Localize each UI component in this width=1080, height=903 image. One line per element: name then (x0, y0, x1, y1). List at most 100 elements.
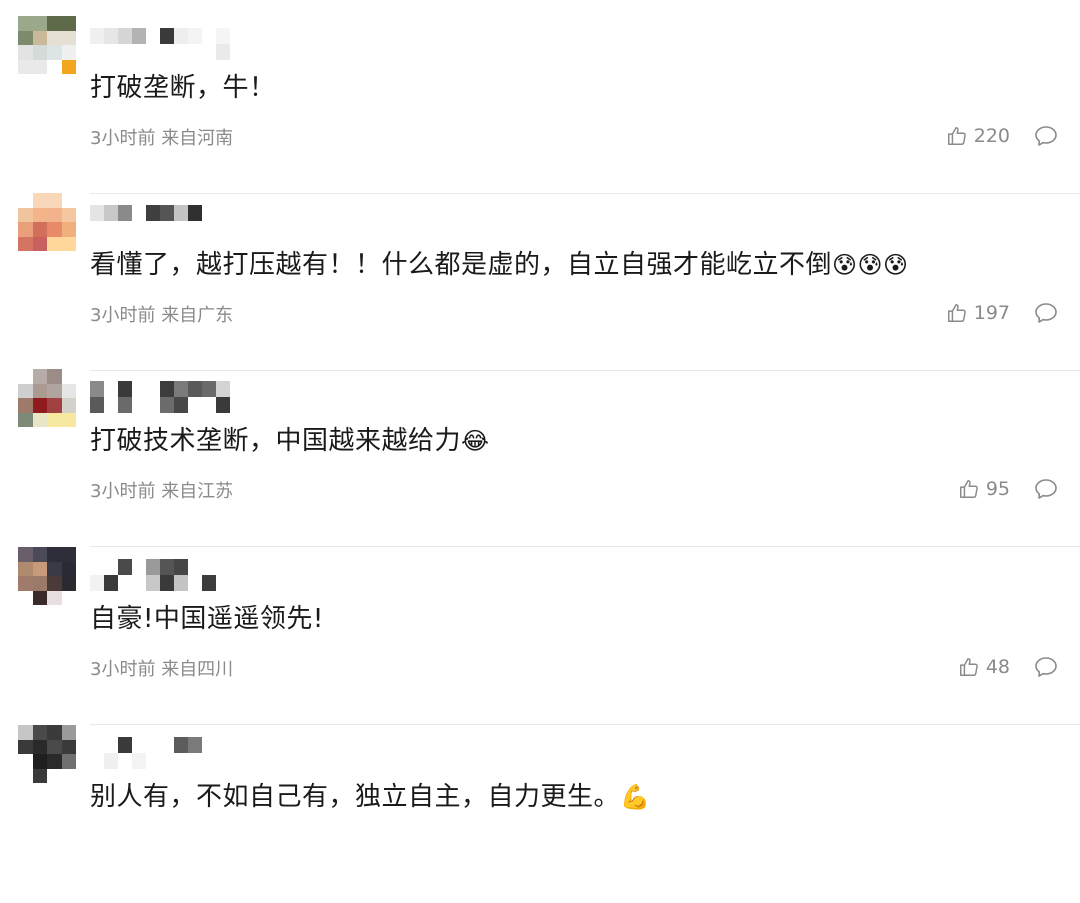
avatar[interactable] (18, 16, 76, 74)
reply-button[interactable] (1034, 302, 1058, 324)
avatar[interactable] (18, 369, 76, 427)
avatar-pixel (18, 369, 33, 384)
comment-item-2: 看懂了，越打压越有！！什么都是虚的，自立自强才能屹立不倒😰😰😰 3小时前 来自广… (0, 193, 1080, 371)
avatar-pixel (47, 222, 62, 237)
comment-actions: 220 (946, 120, 1058, 152)
like-button[interactable]: 48 (958, 656, 1010, 678)
avatar-pixel (47, 561, 62, 576)
username[interactable] (90, 559, 216, 593)
comment-item-4: 自豪!中国遥遥领先! 3小时前 来自四川 48 (0, 547, 1080, 725)
username-pixel (188, 753, 202, 769)
avatar-pixel (18, 236, 33, 251)
username-pixel (146, 205, 160, 221)
avatar-pixel (47, 193, 62, 208)
reply-button[interactable] (1034, 125, 1058, 147)
avatar-pixel (61, 236, 76, 251)
like-button[interactable]: 197 (946, 302, 1010, 324)
timestamp: 3小时前 (90, 481, 156, 502)
avatar-pixel (32, 412, 47, 427)
username-pixel (146, 559, 160, 575)
like-button[interactable]: 220 (946, 125, 1010, 147)
avatar-pixel (47, 398, 62, 413)
username-pixel (174, 381, 188, 397)
thumbs-up-icon (947, 127, 966, 145)
avatar-pixel (32, 236, 47, 251)
username-pixel (160, 753, 174, 769)
avatar-pixel (61, 739, 76, 754)
username-pixel (118, 44, 132, 60)
username[interactable] (90, 381, 230, 415)
username-pixel (118, 397, 132, 413)
username-pixel (132, 559, 146, 575)
like-count: 197 (973, 302, 1010, 324)
avatar-pixel (18, 59, 33, 74)
avatar-pixel (61, 547, 76, 562)
like-count: 220 (973, 125, 1010, 147)
username-pixel (174, 737, 188, 753)
avatar-pixel (47, 739, 62, 754)
thumbs-up-icon (959, 658, 978, 676)
avatar-pixel (61, 561, 76, 576)
avatar-pixel (32, 207, 47, 222)
avatar-pixel (32, 739, 47, 754)
avatar[interactable] (18, 725, 76, 783)
username[interactable] (90, 737, 202, 771)
avatar-pixel (32, 398, 47, 413)
username-pixel (188, 381, 202, 397)
username-pixel (174, 559, 188, 575)
comment-text: 自豪!中国遥遥领先! (90, 599, 324, 639)
avatar[interactable] (18, 193, 76, 251)
avatar-pixel (32, 725, 47, 740)
comment-item-5: 别人有，不如自己有，独立自主，自力更生。💪 (0, 725, 1080, 903)
comment-bubble-icon (1035, 479, 1057, 499)
username-pixel (188, 559, 202, 575)
username-pixel (90, 397, 104, 413)
username[interactable] (90, 28, 230, 62)
username-pixel (160, 381, 174, 397)
username-pixel (160, 559, 174, 575)
avatar-pixel (32, 754, 47, 769)
reply-button[interactable] (1034, 656, 1058, 678)
username-pixel (174, 575, 188, 591)
comment-body: 自豪!中国遥遥领先! (90, 604, 324, 634)
avatar-pixel (32, 45, 47, 60)
username-pixel (104, 753, 118, 769)
avatar-pixel (47, 16, 62, 31)
avatar-pixel (47, 369, 62, 384)
username-pixel (174, 28, 188, 44)
reply-button[interactable] (1034, 478, 1058, 500)
avatar-pixel (61, 16, 76, 31)
username-pixel (104, 575, 118, 591)
comment-meta: 3小时前 来自河南 (90, 124, 233, 150)
username-pixel (216, 28, 230, 44)
username-pixel (188, 221, 202, 237)
username-pixel (146, 381, 160, 397)
username-pixel (90, 559, 104, 575)
timestamp: 3小时前 (90, 659, 156, 680)
username-pixel (160, 737, 174, 753)
username-pixel (132, 221, 146, 237)
avatar-pixel (18, 16, 33, 31)
username-pixel (188, 397, 202, 413)
username-pixel (104, 559, 118, 575)
username-pixel (104, 205, 118, 221)
username-pixel (104, 381, 118, 397)
avatar[interactable] (18, 547, 76, 605)
comment-meta: 3小时前 来自广东 (90, 301, 233, 327)
like-button[interactable]: 95 (958, 478, 1010, 500)
username-pixel (90, 737, 104, 753)
comment-actions: 95 (958, 473, 1058, 505)
username-pixel (202, 28, 216, 44)
avatar-pixel (61, 193, 76, 208)
username[interactable] (90, 205, 202, 239)
avatar-pixel (32, 768, 47, 783)
username-pixel (216, 44, 230, 60)
avatar-pixel (47, 207, 62, 222)
comment-meta: 3小时前 来自四川 (90, 655, 233, 681)
avatar-pixel (32, 30, 47, 45)
username-pixel (132, 575, 146, 591)
username-pixel (132, 44, 146, 60)
username-pixel (118, 559, 132, 575)
comment-meta: 3小时前 来自江苏 (90, 477, 233, 503)
avatar-pixel (47, 576, 62, 591)
